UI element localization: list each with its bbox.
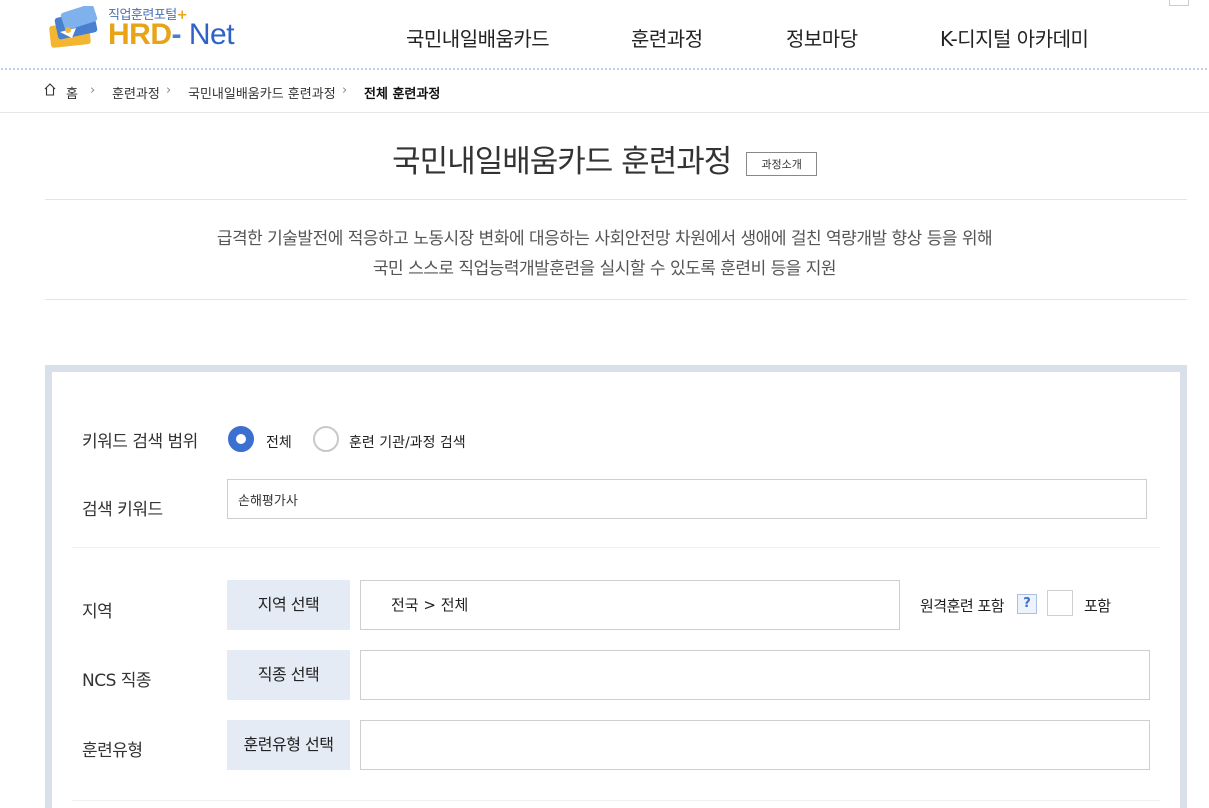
training-type-label: 훈련유형 <box>82 741 143 761</box>
breadcrumb-home[interactable]: 홈 <box>66 83 78 102</box>
remote-include-checkbox[interactable] <box>1047 590 1073 616</box>
breadcrumb-current: 전체 훈련과정 <box>364 87 441 102</box>
scope-radio-institution-label[interactable]: 훈련 기관/과정 검색 <box>349 432 466 452</box>
description-line-1: 급격한 기술발전에 적응하고 노동시장 변화에 대응하는 사회안전망 차원에서 … <box>216 229 993 249</box>
page-title-row: 국민내일배움카드 훈련과정 과정소개 <box>0 136 1209 181</box>
region-label: 지역 <box>82 602 113 622</box>
chevron-right-icon: › <box>90 83 96 98</box>
hrd-net-logo[interactable]: 직업훈련포털+ HRD- Net <box>44 4 244 51</box>
home-icon[interactable] <box>44 83 56 99</box>
nav-item-k-digital[interactable]: K-디지털 아카데미 <box>940 23 1089 52</box>
site-header: 직업훈련포털+ HRD- Net 국민내일배움카드 훈련과정 정보마당 K-디지… <box>0 0 1209 68</box>
training-type-value-field[interactable] <box>360 720 1150 770</box>
ncs-value-field[interactable] <box>360 650 1150 700</box>
keyword-input[interactable] <box>227 479 1147 519</box>
nav-item-courses[interactable]: 훈련과정 <box>631 23 703 52</box>
training-type-select-button[interactable]: 훈련유형 선택 <box>227 720 350 770</box>
region-select-button[interactable]: 지역 선택 <box>227 580 350 630</box>
search-bottom-divider <box>72 800 1160 801</box>
chevron-right-icon: › <box>166 83 172 98</box>
course-intro-button[interactable]: 과정소개 <box>746 151 817 176</box>
scope-radio-all-label[interactable]: 전체 <box>266 432 292 452</box>
description-divider <box>45 299 1187 300</box>
nav-item-info[interactable]: 정보마당 <box>786 23 858 52</box>
top-utility-box[interactable] <box>1169 0 1189 6</box>
nav-item-naeil-card[interactable]: 국민내일배움카드 <box>406 23 550 52</box>
remote-training-label: 원격훈련 포함 <box>920 597 1005 615</box>
header-dotted-divider <box>0 67 1209 72</box>
breadcrumb-naeil-courses[interactable]: 국민내일배움카드 훈련과정 <box>188 83 336 102</box>
search-divider <box>72 547 1160 548</box>
description-line-2: 국민 스스로 직업능력개발훈련을 실시할 수 있도록 훈련비 등을 지원 <box>372 259 837 279</box>
page-description: 급격한 기술발전에 적응하고 노동시장 변화에 대응하는 사회안전망 차원에서 … <box>0 224 1209 284</box>
search-panel: 키워드 검색 범위 전체 훈련 기관/과정 검색 검색 키워드 지역 지역 선택… <box>45 365 1187 808</box>
remote-include-label[interactable]: 포함 <box>1084 595 1111 616</box>
logo-wordmark: HRD- Net <box>108 18 235 51</box>
breadcrumb-divider <box>0 112 1209 113</box>
title-divider <box>45 199 1187 200</box>
keyword-label: 검색 키워드 <box>82 500 163 520</box>
scope-radio-institution[interactable] <box>313 426 339 452</box>
page-title: 국민내일배움카드 훈련과정 <box>392 144 732 180</box>
chevron-right-icon: › <box>342 83 348 98</box>
help-icon[interactable]: ? <box>1017 594 1037 614</box>
scope-radio-all[interactable] <box>228 426 254 452</box>
keyword-scope-label: 키워드 검색 범위 <box>82 432 198 452</box>
region-value-field[interactable]: 전국 > 전체 <box>360 580 900 630</box>
ncs-select-button[interactable]: 직종 선택 <box>227 650 350 700</box>
ncs-label: NCS 직종 <box>82 671 152 691</box>
breadcrumb-courses[interactable]: 훈련과정 <box>112 83 160 102</box>
logo-mark-icon <box>49 6 98 48</box>
